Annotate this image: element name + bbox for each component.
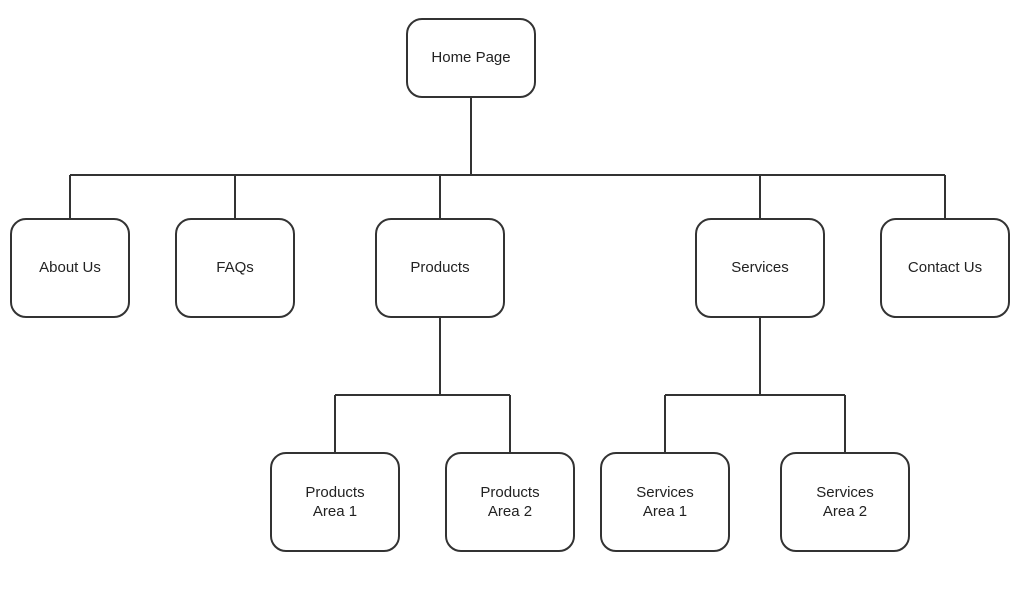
node-about-us[interactable]: About Us bbox=[10, 218, 130, 318]
tree-container: Home Page About Us FAQs Products Service… bbox=[0, 0, 1024, 595]
node-products[interactable]: Products bbox=[375, 218, 505, 318]
node-services-area1[interactable]: Services Area 1 bbox=[600, 452, 730, 552]
node-services[interactable]: Services bbox=[695, 218, 825, 318]
node-home-page[interactable]: Home Page bbox=[406, 18, 536, 98]
node-faqs[interactable]: FAQs bbox=[175, 218, 295, 318]
node-services-area2[interactable]: Services Area 2 bbox=[780, 452, 910, 552]
node-products-area1[interactable]: Products Area 1 bbox=[270, 452, 400, 552]
node-contact-us[interactable]: Contact Us bbox=[880, 218, 1010, 318]
node-products-area2[interactable]: Products Area 2 bbox=[445, 452, 575, 552]
